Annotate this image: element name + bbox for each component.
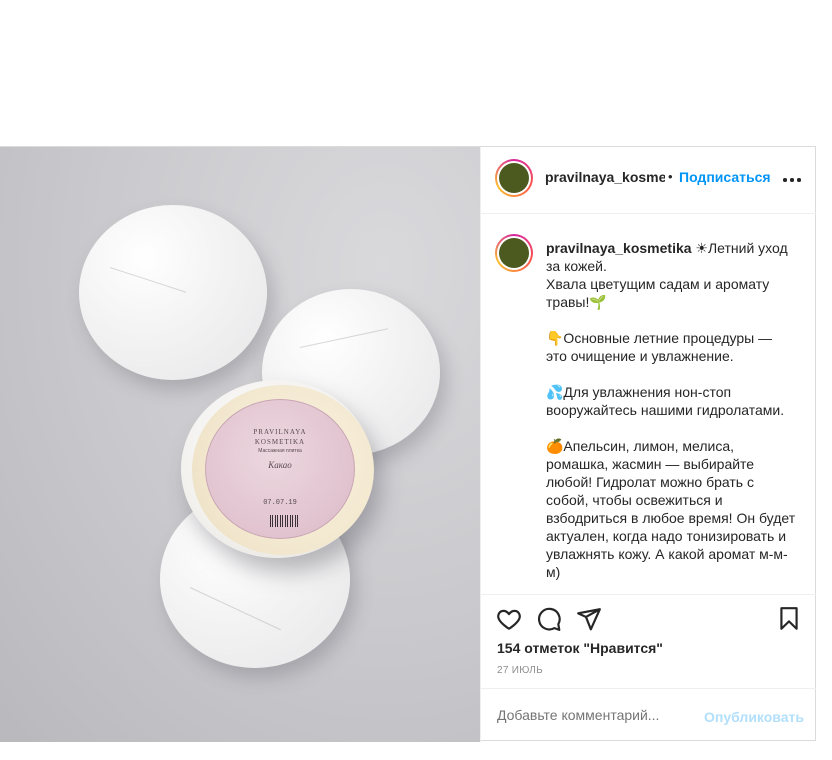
instagram-post: PRAVILNAYA KOSMETIKA Массажная плитка Ка… — [0, 146, 816, 742]
label-product-type: Массажная плитка — [258, 448, 302, 454]
caption-line: Летний уход — [707, 240, 788, 256]
heart-outline-icon[interactable] — [496, 606, 522, 632]
more-options-icon[interactable] — [783, 178, 801, 182]
caption-line: 👇Основные летние процедуры — это очищени… — [546, 330, 773, 364]
publish-button[interactable]: Опубликовать — [704, 709, 804, 725]
label-brand-line2: KOSMETIKA — [254, 438, 306, 446]
comment-form: Опубликовать — [481, 688, 816, 742]
likes-count[interactable]: 154 отметок "Нравится" — [497, 640, 663, 656]
post-actions: 154 отметок "Нравится" 27 ИЮЛЬ — [481, 594, 816, 688]
caption-avatar[interactable] — [495, 234, 533, 272]
sun-icon: ☀ — [695, 240, 708, 256]
label-product-name: Какао — [268, 460, 292, 470]
caption-line: за кожей. — [546, 258, 607, 274]
caption-line: Хвала цветущим садам и аромату травы!🌱 — [546, 276, 770, 310]
comment-input[interactable] — [497, 707, 697, 723]
separator-dot: • — [668, 169, 673, 184]
bookmark-icon[interactable] — [776, 606, 802, 632]
post-caption: pravilnaya_kosmetika ☀Летний уход за кож… — [481, 215, 816, 594]
marble-coaster — [79, 205, 267, 380]
post-date[interactable]: 27 ИЮЛЬ — [497, 665, 543, 676]
post-header: pravilnaya_kosmeti • Подписаться — [481, 147, 816, 214]
speech-bubble-icon[interactable] — [536, 606, 562, 632]
label-date-stamp: 07.07.19 — [263, 499, 297, 507]
label-brand-line1: PRAVILNAYA — [253, 428, 307, 436]
avatar[interactable] — [495, 159, 533, 197]
header-username-link[interactable]: pravilnaya_kosmeti — [545, 169, 665, 185]
caption-line: 🍊Апельсин, лимон, мелиса, ромашка, жасми… — [546, 438, 796, 580]
caption-username-link[interactable]: pravilnaya_kosmetika — [546, 240, 692, 256]
caption-text: pravilnaya_kosmetika ☀Летний уход за кож… — [546, 239, 796, 581]
barcode — [270, 515, 300, 527]
paper-plane-icon[interactable] — [576, 606, 602, 632]
caption-line: 💦Для увлажнения нон-стоп вооружайтесь на… — [546, 384, 785, 418]
follow-button[interactable]: Подписаться — [679, 169, 771, 185]
post-side-panel: pravilnaya_kosmeti • Подписаться praviln… — [480, 147, 816, 742]
post-photo[interactable]: PRAVILNAYA KOSMETIKA Массажная плитка Ка… — [0, 147, 480, 742]
